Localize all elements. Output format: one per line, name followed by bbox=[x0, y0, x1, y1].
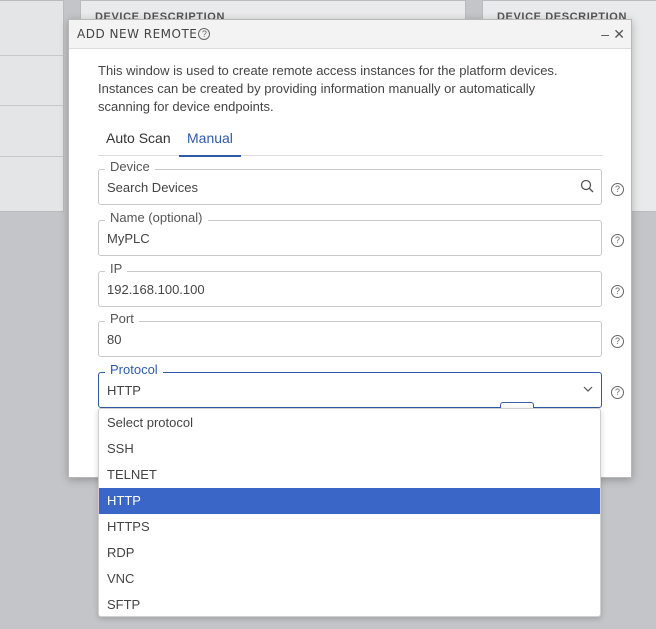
device-search-field[interactable]: Device Search Devices bbox=[98, 159, 602, 205]
protocol-label: Protocol bbox=[105, 362, 163, 378]
ip-label: IP bbox=[105, 261, 128, 277]
device-label: Device bbox=[105, 159, 155, 175]
protocol-dropdown-list: Select protocol SSH TELNET HTTP HTTPS RD… bbox=[98, 408, 601, 617]
dropdown-option-placeholder[interactable]: Select protocol bbox=[99, 410, 600, 436]
name-input[interactable]: MyPLC bbox=[107, 231, 150, 246]
protocol-selected-value: HTTP bbox=[107, 383, 141, 398]
search-icon[interactable] bbox=[580, 179, 594, 193]
tab-manual[interactable]: Manual bbox=[179, 130, 241, 157]
device-search-input[interactable]: Search Devices bbox=[107, 180, 198, 195]
background-sidebar-panel bbox=[0, 0, 64, 212]
ip-input[interactable]: 192.168.100.100 bbox=[107, 282, 205, 297]
dropdown-option-http[interactable]: HTTP bbox=[99, 488, 600, 514]
dialog-titlebar[interactable]: ADD NEW REMOTE ? – ✕ bbox=[69, 20, 631, 49]
port-label: Port bbox=[105, 311, 139, 327]
device-help-icon[interactable]: ? bbox=[611, 183, 624, 196]
chevron-down-icon[interactable] bbox=[583, 385, 593, 393]
help-icon[interactable]: ? bbox=[198, 28, 211, 40]
dialog-title: ADD NEW REMOTE bbox=[77, 27, 198, 41]
port-field[interactable]: Port 80 bbox=[98, 311, 602, 357]
name-field[interactable]: Name (optional) MyPLC bbox=[98, 210, 602, 256]
tab-auto-scan[interactable]: Auto Scan bbox=[98, 130, 179, 156]
tab-bar: Auto Scan Manual bbox=[98, 128, 603, 157]
dialog-description: This window is used to create remote acc… bbox=[98, 63, 558, 114]
ip-field[interactable]: IP 192.168.100.100 bbox=[98, 261, 602, 307]
dropdown-option-ssh[interactable]: SSH bbox=[99, 436, 600, 462]
dropdown-option-sftp[interactable]: SFTP bbox=[99, 592, 600, 618]
protocol-help-icon[interactable]: ? bbox=[611, 386, 624, 399]
port-help-icon[interactable]: ? bbox=[611, 335, 624, 348]
close-button[interactable]: ✕ bbox=[613, 26, 625, 42]
ip-help-icon[interactable]: ? bbox=[611, 285, 624, 298]
name-help-icon[interactable]: ? bbox=[611, 234, 624, 247]
dropdown-option-vnc[interactable]: VNC bbox=[99, 566, 600, 592]
minimize-button[interactable]: – bbox=[601, 26, 609, 42]
name-label: Name (optional) bbox=[105, 210, 208, 226]
dropdown-option-rdp[interactable]: RDP bbox=[99, 540, 600, 566]
dropdown-option-https[interactable]: HTTPS bbox=[99, 514, 600, 540]
port-input[interactable]: 80 bbox=[107, 332, 121, 347]
dropdown-option-telnet[interactable]: TELNET bbox=[99, 462, 600, 488]
